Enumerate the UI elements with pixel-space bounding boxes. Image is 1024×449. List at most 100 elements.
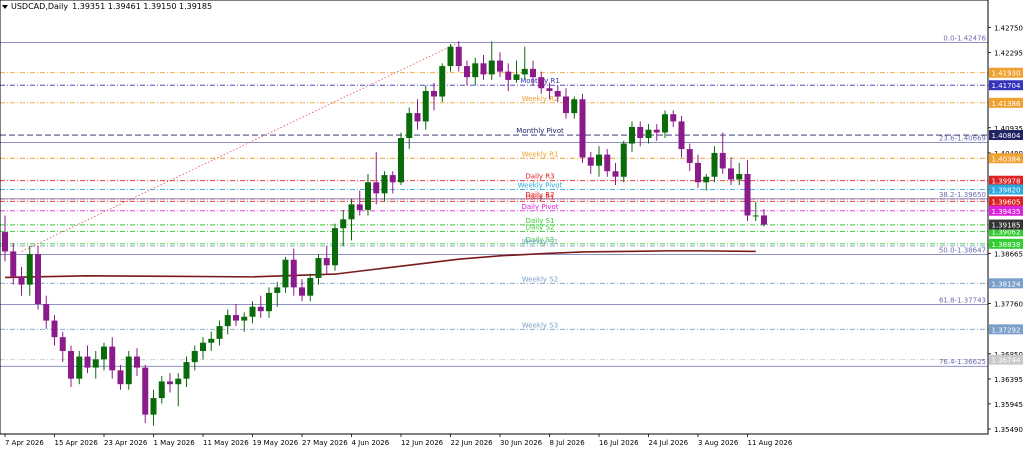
candle-body xyxy=(546,88,553,91)
level-badge-text: 1.39820 xyxy=(992,186,1021,194)
candle-body xyxy=(455,46,462,67)
candle-body xyxy=(323,258,330,266)
level-label: Daily R3 xyxy=(525,173,554,181)
y-tick-label: 1.42295 xyxy=(994,50,1023,58)
candle-body xyxy=(266,292,272,312)
candle-body xyxy=(703,176,710,183)
moving-average xyxy=(4,250,756,279)
y-tick-label: 1.35490 xyxy=(994,426,1023,434)
level-label: Weekly S3 xyxy=(522,321,558,329)
candle-body xyxy=(538,77,545,89)
candle-body xyxy=(406,113,413,139)
level-badge-text: 1.36744 xyxy=(992,357,1021,365)
candle-body xyxy=(216,326,223,339)
candle-body xyxy=(662,114,668,133)
candle-body xyxy=(695,162,701,183)
candles xyxy=(2,41,767,426)
level-label: Weekly R1 xyxy=(522,150,559,158)
candle-body xyxy=(200,342,206,352)
level-badge-text: 1.39435 xyxy=(992,208,1021,216)
level-badge-text: 1.37292 xyxy=(992,326,1021,334)
candle-body xyxy=(678,121,685,150)
pivot-levels: 0.0-1.42476Monthly R1Weekly R2Monthly Pi… xyxy=(0,35,988,367)
x-tick-label: 16 Jul 2026 xyxy=(599,439,639,447)
y-tick-label: 1.38665 xyxy=(994,250,1023,258)
level-label: Monthly Pivot xyxy=(516,127,564,135)
x-tick-label: 30 Jun 2026 xyxy=(500,439,543,447)
x-tick-label: 8 Jul 2026 xyxy=(550,439,586,447)
level-label: Weekly S1 xyxy=(522,238,558,246)
candle-body xyxy=(513,74,520,80)
x-tick-label: 1 May 2026 xyxy=(154,439,196,447)
candle-body xyxy=(464,66,470,78)
candle-body xyxy=(241,316,248,321)
candle-body xyxy=(488,60,495,75)
candle-body xyxy=(92,359,99,368)
candle-body xyxy=(530,68,536,78)
candle-body xyxy=(604,154,611,172)
candle-body xyxy=(125,356,132,385)
candle-body xyxy=(274,287,281,293)
candle-body xyxy=(744,173,751,216)
chevron-down-icon[interactable] xyxy=(2,4,8,9)
y-tick-label: 1.36395 xyxy=(994,376,1023,384)
x-tick-label: 15 Apr 2026 xyxy=(55,439,99,447)
y-tick-label: 1.35945 xyxy=(994,401,1023,409)
fib-line xyxy=(21,42,459,252)
price-chart[interactable]: 0.0-1.42476Monthly R1Weekly R2Monthly Pi… xyxy=(0,0,1024,449)
candle-body xyxy=(191,351,198,363)
fib-trendline xyxy=(21,42,459,252)
level-label: 0.0-1.42476 xyxy=(943,35,986,43)
level-badge-text: 1.40384 xyxy=(992,155,1021,163)
candle-body xyxy=(439,66,446,97)
candle-body xyxy=(2,232,8,252)
level-label: Daily Pivot xyxy=(521,203,558,211)
candle-body xyxy=(299,287,305,296)
candle-body xyxy=(686,149,693,163)
candle-body xyxy=(472,63,479,78)
level-badge-text: 1.41930 xyxy=(992,70,1021,78)
candle-body xyxy=(711,152,718,177)
candle-body xyxy=(480,63,487,75)
candle-body xyxy=(183,362,190,379)
candle-body xyxy=(109,346,116,371)
candle-body xyxy=(571,99,578,114)
candle-body xyxy=(431,90,437,97)
level-badge-text: 1.38838 xyxy=(992,241,1021,249)
candle-body xyxy=(356,204,363,210)
candle-body xyxy=(645,129,652,139)
x-tick-label: 22 Jun 2026 xyxy=(451,439,494,447)
x-tick-label: 12 Jun 2026 xyxy=(401,439,444,447)
candle-body xyxy=(307,277,314,296)
candle-body xyxy=(381,175,388,194)
candle-body xyxy=(719,152,726,169)
ma-line xyxy=(4,250,756,279)
level-badge-text: 1.41386 xyxy=(992,100,1021,108)
candle-body xyxy=(290,259,297,288)
level-label: Daily S2 xyxy=(526,223,555,231)
x-tick-label: 19 May 2026 xyxy=(253,439,299,447)
candle-body xyxy=(389,175,396,183)
x-tick-label: 3 Aug 2026 xyxy=(698,439,739,447)
candle-body xyxy=(68,351,74,379)
x-tick-label: 11 Aug 2026 xyxy=(748,439,793,447)
candle-body xyxy=(414,113,421,122)
candle-body xyxy=(612,171,619,177)
candle-body xyxy=(596,154,602,166)
level-label: 50.0-1.38647 xyxy=(939,246,986,254)
candle-body xyxy=(670,114,677,122)
candle-body xyxy=(554,90,561,97)
candle-body xyxy=(224,315,231,327)
level-label: 38.2-1.39650 xyxy=(939,191,986,199)
candle-body xyxy=(142,367,149,415)
level-badge-text: 1.39605 xyxy=(992,198,1021,206)
candle-body xyxy=(422,90,429,122)
x-tick-label: 24 Jul 2026 xyxy=(649,439,689,447)
chart-header: USDCAD,Daily 1.39351 1.39461 1.39150 1.39… xyxy=(2,2,212,11)
level-badge-text: 1.38124 xyxy=(992,280,1021,288)
x-tick-label: 11 May 2026 xyxy=(203,439,249,447)
ohlc-quote: 1.39351 1.39461 1.39150 1.39185 xyxy=(72,2,213,11)
candle-body xyxy=(315,258,322,278)
candle-body xyxy=(10,251,17,277)
candle-body xyxy=(653,129,660,133)
